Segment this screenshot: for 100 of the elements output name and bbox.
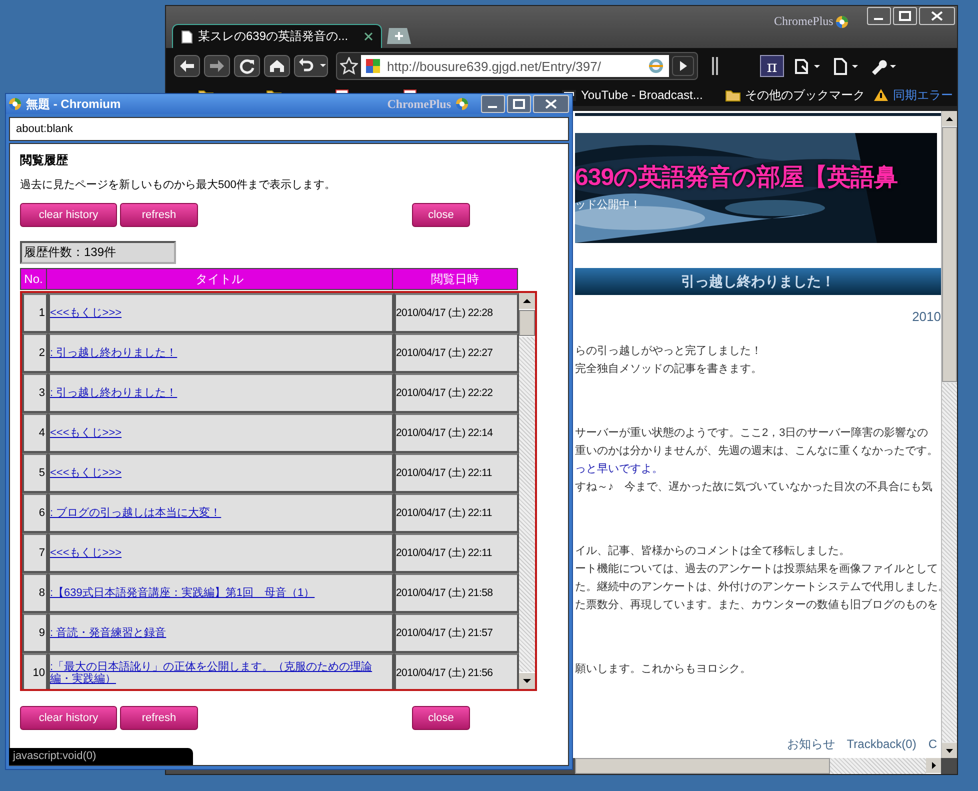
scroll-thumb[interactable] xyxy=(575,758,830,774)
table-cell: 2010/04/17 (土) 22:11 xyxy=(394,533,519,573)
action-button[interactable]: close xyxy=(412,203,470,227)
table-cell: 2010/04/17 (土) 22:11 xyxy=(394,453,519,493)
table-cell: 2010/04/17 (土) 22:28 xyxy=(394,293,519,333)
tab-title: 某スレの639の英語発音の... xyxy=(198,28,350,45)
minimize-icon[interactable] xyxy=(867,7,891,25)
scroll-down-icon[interactable] xyxy=(519,673,535,689)
history-link[interactable]: : 音読・発音練習と録音 xyxy=(50,627,166,639)
close-icon[interactable] xyxy=(364,32,373,41)
text-line: ート機能については、過去のアンケートは投票結果を画像ファイルとして xyxy=(575,562,939,577)
scroll-thumb[interactable] xyxy=(942,127,957,382)
scrollbar[interactable] xyxy=(575,758,941,774)
bookmark-folder[interactable]: その他のブックマーク xyxy=(725,86,865,104)
folder-icon xyxy=(725,88,741,102)
text-line: イル、記事、皆様からのコメントは全て移転しました。 xyxy=(575,544,851,559)
text-link[interactable]: っと早いですよ。 xyxy=(575,460,941,478)
table-cell: 9 xyxy=(22,613,48,653)
text-line: 願いします。これからもヨロシク。 xyxy=(575,662,752,677)
action-button[interactable]: clear history xyxy=(20,203,117,227)
window-title: 無題 - Chromium xyxy=(26,96,121,112)
post-title: 引っ越し終わりました！ xyxy=(575,268,941,295)
maximize-icon[interactable] xyxy=(893,7,917,25)
scrollbar[interactable] xyxy=(519,293,535,689)
description-text: 過去に見たページを新しいものから最大500件まで表示します。 xyxy=(20,178,336,192)
address-bar[interactable]: http://bousure639.gjgd.net/Entry/397/ xyxy=(336,52,698,80)
scroll-thumb[interactable] xyxy=(519,310,535,336)
text-line: サーバーが重い状態のようです。ここ2，3日のサーバー障害の影響なの xyxy=(575,426,930,441)
column-header: 閲覧日時 xyxy=(430,271,480,288)
url-text: http://bousure639.gjgd.net/Entry/397/ xyxy=(387,58,602,74)
minimize-icon[interactable] xyxy=(481,95,505,113)
table-cell: 3 xyxy=(22,373,48,413)
reload-icon[interactable] xyxy=(234,55,260,77)
text-line: 完全独自メソッドの記事を書きます。 xyxy=(575,362,763,377)
history-link[interactable]: : ブログの引っ越しは本当に大変！ xyxy=(50,507,222,519)
table-cell: 4 xyxy=(22,413,48,453)
close-icon[interactable] xyxy=(533,95,569,113)
new-tab-icon[interactable] xyxy=(386,27,412,45)
go-icon[interactable] xyxy=(672,56,694,76)
history-link[interactable]: : 引っ越し終わりました！ xyxy=(50,347,178,359)
scrollbar[interactable] xyxy=(941,111,957,758)
table-cell: 2010/04/17 (土) 22:27 xyxy=(394,333,519,373)
pi-button[interactable]: π xyxy=(760,55,784,77)
text-line: らの引っ越しがやっと完了しました！ xyxy=(575,344,763,359)
table-cell: 7 xyxy=(22,533,48,573)
history-link[interactable]: <<<もくじ>>> xyxy=(50,307,122,319)
table-cell: 2010/04/17 (土) 22:22 xyxy=(394,373,519,413)
history-link[interactable]: <<<もくじ>>> xyxy=(50,547,122,559)
action-button[interactable]: refresh xyxy=(120,706,198,730)
scroll-down-icon[interactable] xyxy=(942,743,957,758)
table-cell: 2 xyxy=(22,333,48,373)
logo-icon xyxy=(455,97,469,111)
table-cell: 2010/04/17 (土) 21:56 xyxy=(394,653,519,689)
favicon-icon xyxy=(365,58,381,74)
close-icon[interactable] xyxy=(919,7,955,25)
action-button[interactable]: close xyxy=(412,706,470,730)
scroll-up-icon[interactable] xyxy=(942,111,957,126)
table-cell: 6 xyxy=(22,493,48,533)
table-cell: 2010/04/17 (土) 21:57 xyxy=(394,613,519,653)
brand-label: ChromePlus xyxy=(387,96,451,112)
blog-title: 639の英語発音の部屋【英語鼻 xyxy=(575,163,898,193)
undo-icon[interactable] xyxy=(294,55,328,77)
scroll-right-icon[interactable] xyxy=(926,758,941,773)
back-icon[interactable] xyxy=(174,55,200,77)
star-icon[interactable] xyxy=(340,57,358,75)
browser-logo-icon[interactable] xyxy=(647,58,665,74)
text-line: た票数分、再現しています。また、カウンターの数値も旧ブログのものを xyxy=(575,598,939,613)
table-cell: 2010/04/17 (土) 21:58 xyxy=(394,573,519,613)
history-count: 履歴件数：139件 xyxy=(20,241,176,264)
post-date: 2010 xyxy=(911,309,941,324)
address-field[interactable]: about:blank xyxy=(9,117,569,141)
table-cell: 2010/04/17 (土) 22:11 xyxy=(394,493,519,533)
brand-label: ChromePlus xyxy=(774,14,834,29)
logo-icon xyxy=(835,14,850,28)
browser-tab[interactable]: 某スレの639の英語発音の... xyxy=(172,24,382,48)
table-cell: 2010/04/17 (土) 22:14 xyxy=(394,413,519,453)
history-link[interactable]: <<<もくじ>>> xyxy=(50,467,122,479)
text-line: すね～♪ 今まで、遅かった故に気づいていなかった目次の不具合にも気 xyxy=(575,480,934,495)
page-heading: 閲覧履歴 xyxy=(20,152,69,169)
history-link[interactable]: <<<もくじ>>> xyxy=(50,427,122,439)
sync-error-button[interactable]: 同期エラー xyxy=(873,86,953,104)
action-button[interactable]: refresh xyxy=(120,203,198,227)
table-cell: 1 xyxy=(22,293,48,333)
grip-icon xyxy=(712,56,718,76)
home-icon[interactable] xyxy=(264,55,290,77)
app-icon xyxy=(8,97,22,111)
table-cell: 8 xyxy=(22,573,48,613)
table-cell: 10 xyxy=(22,653,48,689)
scroll-up-icon[interactable] xyxy=(519,293,535,309)
blog-subtitle: ッド公開中！ xyxy=(575,198,642,212)
column-header: タイトル xyxy=(47,269,393,289)
forward-icon[interactable] xyxy=(204,55,230,77)
history-link[interactable]: : 引っ越し終わりました！ xyxy=(50,387,178,399)
page-icon xyxy=(181,30,193,44)
maximize-icon[interactable] xyxy=(507,95,531,113)
post-footer: お知らせ Trackback(0) C xyxy=(575,736,941,753)
page-action-icon[interactable] xyxy=(792,56,822,76)
table-cell: 5 xyxy=(22,453,48,493)
action-button[interactable]: clear history xyxy=(20,706,117,730)
status-bubble: javascript:void(0) xyxy=(9,748,193,765)
